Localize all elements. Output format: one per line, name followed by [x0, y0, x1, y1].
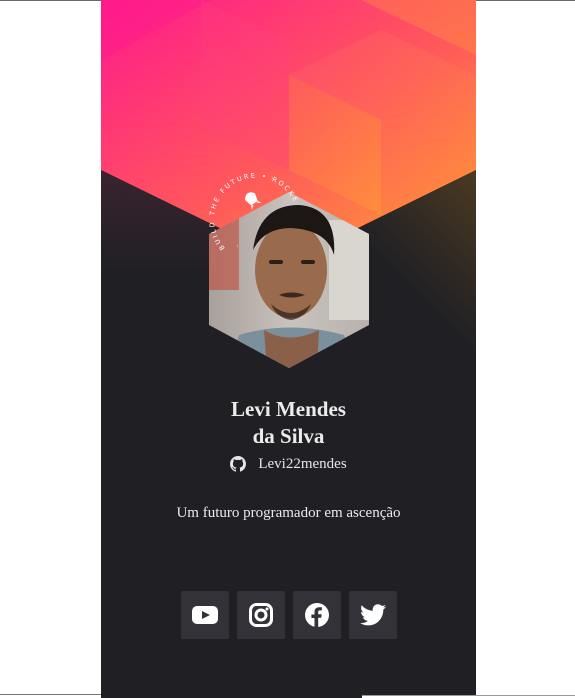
twitter-button[interactable]	[349, 591, 397, 639]
name-line-2: da Silva	[252, 424, 325, 448]
github-link[interactable]: Levi22mendes	[101, 454, 476, 474]
name-line-1: Levi Mendes	[231, 397, 346, 421]
github-icon	[230, 456, 247, 472]
svg-text:›: ›	[271, 174, 274, 182]
social-links	[181, 591, 397, 639]
avatar-block: BUILD THE FUTURE • ROCKETSEAT • › ‹	[209, 170, 369, 370]
facebook-icon	[305, 603, 329, 627]
github-handle: Levi22mendes	[258, 455, 347, 472]
svg-text:BUILD THE FUTURE • ROCKETSEAT: BUILD THE FUTURE • ROCKETSEAT •	[209, 170, 300, 252]
facebook-button[interactable]	[293, 591, 341, 639]
youtube-button[interactable]	[181, 591, 229, 639]
svg-text:‹: ‹	[236, 242, 239, 250]
profile-name: Levi Mendes da Silva	[101, 396, 476, 450]
instagram-icon	[249, 603, 273, 627]
window-bottom-edge-left	[0, 694, 101, 698]
instagram-button[interactable]	[237, 591, 285, 639]
twitter-icon	[360, 604, 386, 626]
youtube-icon	[192, 606, 218, 624]
bio-text: Um futuro programador em ascenção	[176, 505, 401, 521]
profile-card: BUILD THE FUTURE • ROCKETSEAT • › ‹ Levi…	[101, 0, 476, 698]
badge-text: BUILD THE FUTURE • ROCKETSEAT • › ‹	[209, 170, 300, 252]
